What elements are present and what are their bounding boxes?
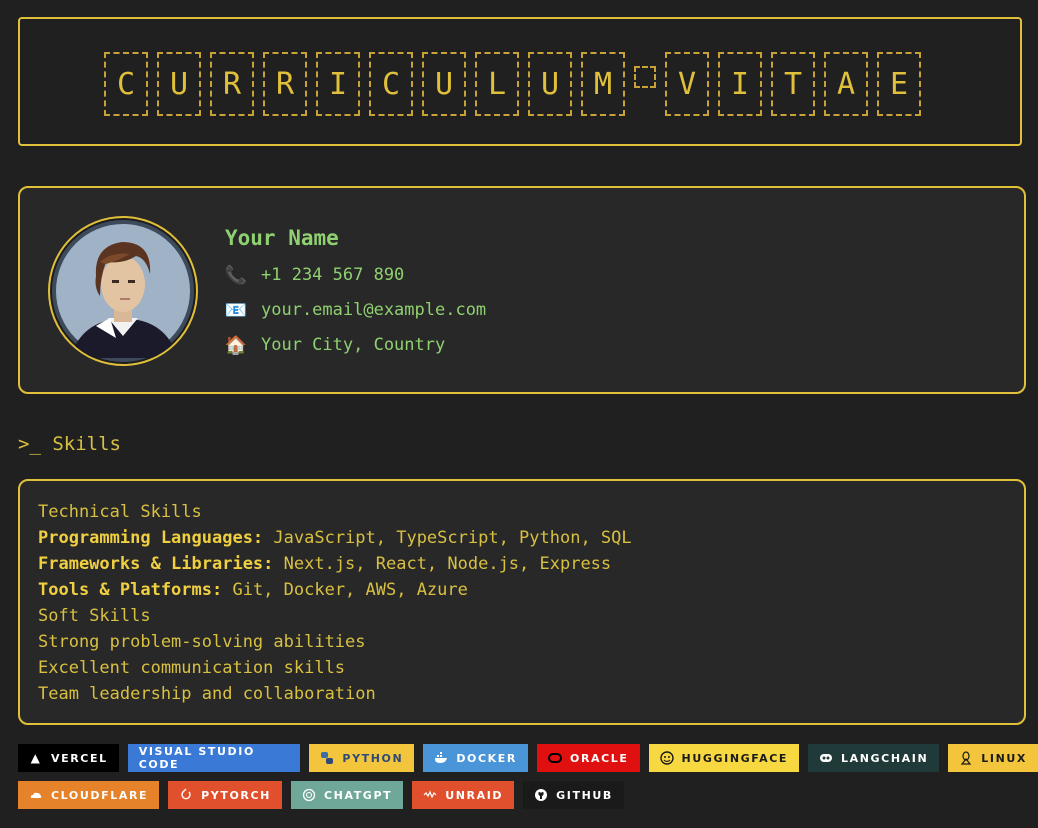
title-letter: U	[422, 52, 466, 116]
phone-number: +1 234 567 890	[261, 265, 405, 285]
skills-heading: >_ Skills	[18, 433, 121, 455]
title-letter: A	[824, 52, 868, 116]
cloud-icon	[29, 788, 43, 802]
frameworks-label: Frameworks & Libraries:	[38, 554, 274, 574]
badge-label: VISUAL STUDIO CODE	[138, 745, 255, 771]
title-letter: U	[157, 52, 201, 116]
technical-skills-title: Technical Skills	[38, 502, 202, 522]
avatar-portrait-image	[52, 220, 194, 362]
chatgpt-icon	[302, 788, 316, 802]
badge-label: DOCKER	[456, 751, 517, 765]
badge-huggingface[interactable]: HUGGINGFACE	[648, 744, 800, 772]
title-letter: T	[771, 52, 815, 116]
badge-label: PYTHON	[342, 751, 404, 765]
badge-python[interactable]: PYTHON	[309, 744, 415, 772]
badge-docker[interactable]: DOCKER	[423, 744, 528, 772]
badge-label: ORACLE	[570, 751, 629, 765]
pytorch-icon	[179, 788, 193, 802]
title-letter: C	[104, 52, 148, 116]
frameworks-line: Frameworks & Libraries: Next.js, React, …	[38, 551, 1006, 577]
badge-cloudflare[interactable]: CLOUDFLARE	[18, 781, 160, 809]
title-letter-space	[634, 66, 656, 88]
title-letter: I	[316, 52, 360, 116]
soft-skills-title: Soft Skills	[38, 606, 151, 626]
frameworks-value: Next.js, React, Node.js, Express	[273, 554, 612, 574]
phone-icon: 📞	[224, 264, 248, 286]
house-icon: 🏠	[224, 334, 248, 356]
badge-vscode[interactable]: VISUAL STUDIO CODE	[127, 744, 301, 772]
badge-label: GITHUB	[556, 788, 613, 802]
tools-value: Git, Docker, AWS, Azure	[222, 580, 468, 600]
badge-label: UNRAID	[445, 788, 504, 802]
title-letter: M	[581, 52, 625, 116]
title-letters: C U R R I C U L U M V I T A E	[104, 52, 921, 116]
badge-label: CLOUDFLARE	[51, 788, 149, 802]
tools-label: Tools & Platforms:	[38, 580, 223, 600]
contact-location: 🏠 Your City, Country	[225, 334, 445, 356]
unraid-icon	[423, 788, 437, 802]
contact-email: 📧 your.email@example.com	[225, 299, 486, 321]
title-letter: U	[528, 52, 572, 116]
title-letter: V	[665, 52, 709, 116]
envelope-icon: 📧	[224, 299, 248, 321]
badge-github[interactable]: GITHUB	[523, 781, 624, 809]
title-letter: L	[475, 52, 519, 116]
badge-label: VERCEL	[51, 751, 108, 765]
langchain-icon	[819, 751, 833, 765]
skills-card: Technical Skills Programming Languages: …	[18, 479, 1026, 725]
soft-skill-item: Excellent communication skills	[38, 658, 346, 678]
badge-chatgpt[interactable]: CHATGPT	[290, 781, 404, 809]
badge-vercel[interactable]: ▲ VERCEL	[18, 744, 119, 772]
title-letter: R	[263, 52, 307, 116]
oracle-icon	[548, 751, 562, 765]
triangle-icon: ▲	[30, 751, 42, 765]
linux-icon	[959, 751, 973, 765]
badges-row-1: ▲ VERCEL VISUAL STUDIO CODE PYTHON DOCKE…	[18, 744, 1038, 772]
avatar	[48, 216, 198, 366]
badge-pytorch[interactable]: PYTORCH	[168, 781, 282, 809]
huggingface-icon	[659, 751, 674, 765]
badge-label: PYTORCH	[201, 788, 271, 802]
soft-skill-item: Strong problem-solving abilities	[38, 632, 366, 652]
python-icon	[320, 751, 334, 765]
terminal-prompt-icon: >_	[18, 433, 41, 455]
soft-skill-item: Team leadership and collaboration	[38, 684, 376, 704]
github-icon	[534, 788, 548, 802]
location-text: Your City, Country	[261, 335, 446, 355]
badges-row-2: CLOUDFLARE PYTORCH CHATGPT UNRAID GITHUB	[18, 781, 624, 809]
profile-name: Your Name	[225, 226, 339, 250]
title-letter: E	[877, 52, 921, 116]
badge-unraid[interactable]: UNRAID	[412, 781, 515, 809]
contact-phone: 📞 +1 234 567 890	[224, 264, 405, 286]
title-letter: I	[718, 52, 762, 116]
title-letter: R	[210, 52, 254, 116]
programming-languages-line: Programming Languages: JavaScript, TypeS…	[38, 525, 1006, 551]
badge-label: LINUX	[981, 751, 1027, 765]
programming-languages-value: JavaScript, TypeScript, Python, SQL	[263, 528, 632, 548]
badge-label: LANGCHAIN	[841, 751, 929, 765]
badge-label: HUGGINGFACE	[681, 751, 789, 765]
badge-langchain[interactable]: LANGCHAIN	[808, 744, 940, 772]
docker-icon	[434, 751, 448, 765]
badge-label: CHATGPT	[323, 788, 393, 802]
title-banner: C U R R I C U L U M V I T A E	[18, 17, 1022, 146]
profile-card: Your Name 📞 +1 234 567 890 📧 your.email@…	[18, 186, 1026, 394]
badge-linux[interactable]: LINUX	[948, 744, 1038, 772]
title-letter: C	[369, 52, 413, 116]
skills-heading-label: Skills	[52, 433, 121, 455]
tools-line: Tools & Platforms: Git, Docker, AWS, Azu…	[38, 577, 1006, 603]
email-address: your.email@example.com	[261, 300, 487, 320]
programming-languages-label: Programming Languages:	[38, 528, 264, 548]
badge-oracle[interactable]: ORACLE	[537, 744, 640, 772]
